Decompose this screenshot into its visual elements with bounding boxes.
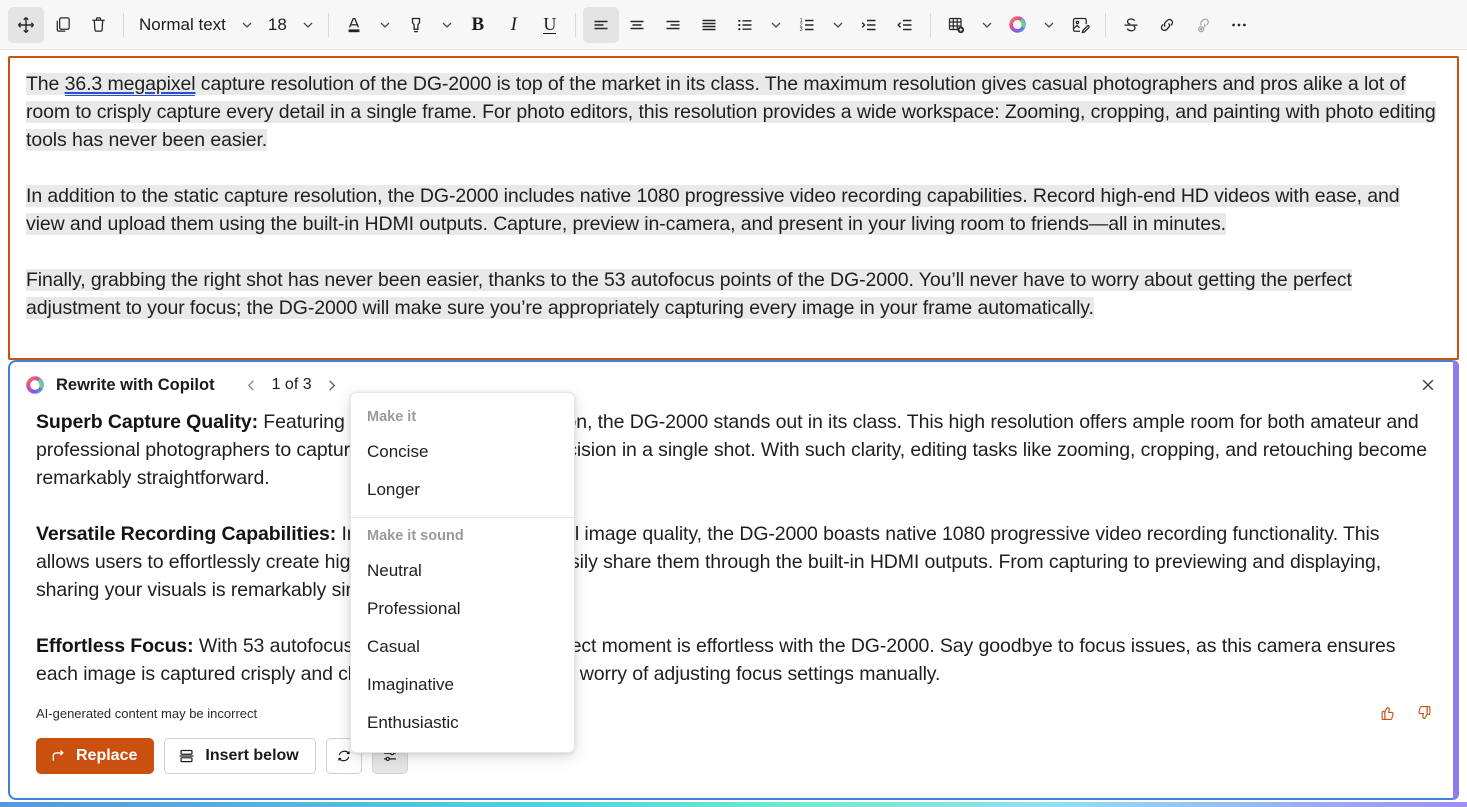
bulleted-list-button[interactable] bbox=[727, 7, 763, 43]
insert-below-button[interactable]: Insert below bbox=[164, 738, 315, 774]
edit-image-icon[interactable] bbox=[1062, 7, 1098, 43]
move-handle-icon[interactable] bbox=[8, 7, 44, 43]
more-options-button[interactable] bbox=[1221, 7, 1257, 43]
highlight-chevron-down-icon[interactable] bbox=[434, 7, 460, 43]
thumbs-down-icon[interactable] bbox=[1413, 702, 1435, 724]
font-size-chevron-down-icon[interactable] bbox=[295, 7, 321, 43]
rewrite-with-copilot-panel: Rewrite with Copilot 1 of 3 Superb Captu… bbox=[8, 360, 1459, 800]
text-style-chevron-down-icon[interactable] bbox=[234, 7, 260, 43]
copilot-button[interactable] bbox=[1000, 7, 1036, 43]
menu-group-header-make-it-sound: Make it sound bbox=[351, 520, 574, 552]
menu-item-enthusiastic[interactable]: Enthusiastic bbox=[351, 704, 574, 742]
align-center-button[interactable] bbox=[619, 7, 655, 43]
insert-table-chevron-down-icon[interactable] bbox=[974, 7, 1000, 43]
menu-item-longer[interactable]: Longer bbox=[351, 471, 574, 509]
font-color-chevron-down-icon[interactable] bbox=[372, 7, 398, 43]
menu-divider bbox=[351, 517, 574, 518]
copilot-suggestion-body: Superb Capture Quality: Featuring a 36.3… bbox=[10, 408, 1457, 688]
numbered-list-chevron-down-icon[interactable] bbox=[825, 7, 851, 43]
toolbar-separator bbox=[1105, 13, 1106, 37]
paragraph-1-prefix: The bbox=[26, 73, 65, 95]
app-root: Normal text 18 bbox=[0, 0, 1467, 807]
previous-suggestion-button[interactable] bbox=[239, 372, 265, 398]
copilot-logo-icon bbox=[24, 374, 46, 396]
next-suggestion-button[interactable] bbox=[319, 372, 345, 398]
megapixel-link[interactable]: 36.3 megapixel bbox=[65, 73, 196, 96]
copilot-panel-header: Rewrite with Copilot 1 of 3 bbox=[10, 362, 1457, 408]
suggestion-counter: 1 of 3 bbox=[271, 376, 313, 394]
suggestion-paragraph-2: Versatile Recording Capabilities: In add… bbox=[36, 520, 1435, 604]
ai-disclaimer-text: AI-generated content may be incorrect bbox=[36, 706, 257, 721]
document-paragraph-3[interactable]: Finally, grabbing the right shot has nev… bbox=[26, 266, 1441, 322]
suggestion-3-body: With 53 autofocus points, capturing the … bbox=[36, 635, 1395, 685]
replace-button[interactable]: Replace bbox=[36, 738, 154, 774]
svg-text:3: 3 bbox=[799, 27, 802, 33]
menu-item-neutral[interactable]: Neutral bbox=[351, 552, 574, 590]
paragraph-1-rest: capture resolution of the DG-2000 is top… bbox=[26, 73, 1436, 151]
insert-below-icon bbox=[178, 748, 195, 765]
delete-icon[interactable] bbox=[80, 7, 116, 43]
font-color-icon[interactable] bbox=[336, 7, 372, 43]
align-justify-button[interactable] bbox=[691, 7, 727, 43]
toolbar-separator bbox=[575, 13, 576, 37]
increase-indent-button[interactable] bbox=[851, 7, 887, 43]
numbered-list-button[interactable]: 1 2 3 bbox=[789, 7, 825, 43]
document-paragraph-1[interactable]: The 36.3 megapixel capture resolution of… bbox=[26, 70, 1441, 154]
menu-group-header-make-it: Make it bbox=[351, 401, 574, 433]
toolbar-separator bbox=[328, 13, 329, 37]
suggestion-pager: 1 of 3 bbox=[239, 372, 345, 398]
highlight-icon[interactable] bbox=[398, 7, 434, 43]
panel-accent-bar bbox=[1453, 360, 1459, 800]
insert-link-button[interactable] bbox=[1149, 7, 1185, 43]
insert-table-button[interactable] bbox=[938, 7, 974, 43]
underline-button[interactable]: U bbox=[532, 7, 568, 43]
copy-icon[interactable] bbox=[44, 7, 80, 43]
suggestion-paragraph-3: Effortless Focus: With 53 autofocus poin… bbox=[36, 632, 1435, 688]
bulleted-list-chevron-down-icon[interactable] bbox=[763, 7, 789, 43]
feedback-controls bbox=[1377, 702, 1435, 724]
rewrite-options-menu: Make it Concise Longer Make it sound Neu… bbox=[350, 392, 575, 753]
italic-button[interactable]: I bbox=[496, 7, 532, 43]
document-paragraph-2[interactable]: In addition to the static capture resolu… bbox=[26, 182, 1441, 238]
panel-title: Rewrite with Copilot bbox=[56, 376, 215, 395]
document-text-block[interactable]: The 36.3 megapixel capture resolution of… bbox=[8, 56, 1459, 360]
paragraph-3-text: Finally, grabbing the right shot has nev… bbox=[26, 269, 1352, 319]
replace-button-label: Replace bbox=[76, 747, 137, 765]
suggestion-1-heading: Superb Capture Quality: bbox=[36, 411, 258, 433]
menu-item-casual[interactable]: Casual bbox=[351, 628, 574, 666]
suggestion-2-heading: Versatile Recording Capabilities: bbox=[36, 523, 336, 545]
formatting-toolbar: Normal text 18 bbox=[0, 0, 1467, 50]
toolbar-separator bbox=[930, 13, 931, 37]
menu-item-concise[interactable]: Concise bbox=[351, 433, 574, 471]
page-bottom-gradient-strip bbox=[0, 802, 1467, 807]
remove-link-button[interactable] bbox=[1185, 7, 1221, 43]
copilot-chevron-down-icon[interactable] bbox=[1036, 7, 1062, 43]
copilot-action-bar: Replace Insert below bbox=[10, 724, 1457, 774]
bold-button[interactable]: B bbox=[460, 7, 496, 43]
font-size-dropdown[interactable]: 18 bbox=[260, 7, 295, 43]
toolbar-separator bbox=[123, 13, 124, 37]
insert-below-button-label: Insert below bbox=[205, 747, 298, 765]
thumbs-up-icon[interactable] bbox=[1377, 702, 1399, 724]
decrease-indent-button[interactable] bbox=[887, 7, 923, 43]
strikethrough-button[interactable] bbox=[1113, 7, 1149, 43]
align-left-button[interactable] bbox=[583, 7, 619, 43]
menu-item-imaginative[interactable]: Imaginative bbox=[351, 666, 574, 704]
menu-item-professional[interactable]: Professional bbox=[351, 590, 574, 628]
align-right-button[interactable] bbox=[655, 7, 691, 43]
close-icon[interactable] bbox=[1413, 370, 1443, 400]
suggestion-3-heading: Effortless Focus: bbox=[36, 635, 194, 657]
disclaimer-row: AI-generated content may be incorrect bbox=[10, 702, 1457, 724]
replace-icon bbox=[50, 748, 67, 765]
suggestion-paragraph-1: Superb Capture Quality: Featuring a 36.3… bbox=[36, 408, 1435, 492]
paragraph-2-text: In addition to the static capture resolu… bbox=[26, 185, 1400, 235]
text-style-dropdown[interactable]: Normal text bbox=[131, 7, 234, 43]
